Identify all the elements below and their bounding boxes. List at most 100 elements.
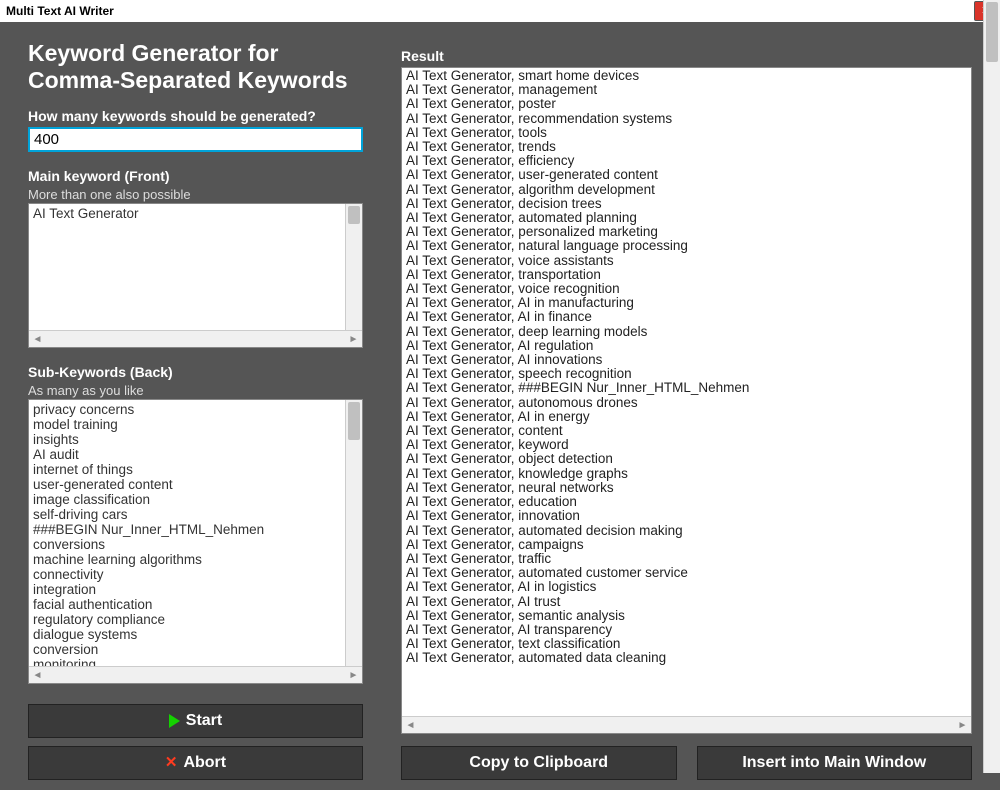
list-item: AI Text Generator, algorithm development — [406, 183, 967, 197]
sub-keywords-content: privacy concernsmodel traininginsightsAI… — [29, 400, 362, 666]
list-item: AI Text Generator, deep learning models — [406, 325, 967, 339]
list-item: AI Text Generator, AI trust — [406, 595, 967, 609]
scrollbar-horizontal[interactable]: ◄ ► — [29, 330, 362, 347]
list-item: AI Text Generator, voice assistants — [406, 254, 967, 268]
title-bar: Multi Text AI Writer ✕ — [0, 0, 1000, 22]
list-item: AI Text Generator, smart home devices — [406, 69, 967, 83]
list-item: AI Text Generator, knowledge graphs — [406, 467, 967, 481]
list-item: self-driving cars — [33, 507, 358, 522]
list-item: AI Text Generator, automated decision ma… — [406, 524, 967, 538]
result-textarea[interactable]: AI Text Generator, smart home devicesAI … — [401, 67, 972, 734]
scrollbar-vertical[interactable] — [983, 0, 1000, 773]
play-icon — [169, 714, 180, 728]
copy-button-label: Copy to Clipboard — [469, 754, 608, 772]
list-item: AI Text Generator, AI in logistics — [406, 580, 967, 594]
window-title: Multi Text AI Writer — [6, 4, 114, 18]
list-item: AI Text Generator, automated planning — [406, 211, 967, 225]
main-keyword-value: AI Text Generator — [29, 204, 362, 329]
list-item: AI Text Generator, neural networks — [406, 481, 967, 495]
list-item: AI Text Generator, personalized marketin… — [406, 225, 967, 239]
list-item: insights — [33, 432, 358, 447]
list-item: AI Text Generator, automated customer se… — [406, 566, 967, 580]
list-item: AI Text Generator, natural language proc… — [406, 239, 967, 253]
list-item: facial authentication — [33, 597, 358, 612]
list-item: model training — [33, 417, 358, 432]
list-item: privacy concerns — [33, 402, 358, 417]
count-label: How many keywords should be generated? — [28, 108, 363, 124]
insert-button-label: Insert into Main Window — [742, 754, 926, 772]
insert-main-window-button[interactable]: Insert into Main Window — [697, 746, 973, 780]
list-item: AI Text Generator, content — [406, 424, 967, 438]
abort-button[interactable]: ✕ Abort — [28, 746, 363, 780]
abort-icon: ✕ — [165, 755, 178, 770]
list-item: AI Text Generator, speech recognition — [406, 367, 967, 381]
page-title: Keyword Generator for Comma-Separated Ke… — [28, 40, 363, 94]
list-item: ###BEGIN Nur_Inner_HTML_Nehmen — [33, 522, 358, 537]
list-item: internet of things — [33, 462, 358, 477]
list-item: AI Text Generator, AI in energy — [406, 410, 967, 424]
left-column: Keyword Generator for Comma-Separated Ke… — [28, 40, 363, 780]
scrollbar-horizontal[interactable]: ◄ ► — [29, 666, 362, 683]
sub-keywords-label: Sub-Keywords (Back) — [28, 364, 363, 380]
list-item: AI Text Generator, transportation — [406, 268, 967, 282]
list-item: AI Text Generator, traffic — [406, 552, 967, 566]
list-item: AI Text Generator, autonomous drones — [406, 396, 967, 410]
scroll-right-icon: ► — [955, 718, 970, 733]
scroll-right-icon: ► — [346, 668, 361, 683]
list-item: monitoring — [33, 657, 358, 666]
scroll-left-icon: ◄ — [30, 668, 45, 683]
list-item: AI Text Generator, voice recognition — [406, 282, 967, 296]
main-keyword-hint: More than one also possible — [28, 187, 363, 202]
scrollbar-horizontal[interactable]: ◄ ► — [402, 716, 971, 733]
list-item: AI Text Generator, poster — [406, 97, 967, 111]
scrollbar-vertical[interactable] — [345, 204, 362, 329]
list-item: AI Text Generator, innovation — [406, 509, 967, 523]
scroll-right-icon: ► — [346, 332, 361, 347]
list-item: AI Text Generator, tools — [406, 126, 967, 140]
result-label: Result — [401, 48, 972, 64]
content-area: Keyword Generator for Comma-Separated Ke… — [0, 22, 1000, 790]
list-item: AI Text Generator, text classification — [406, 637, 967, 651]
list-item: image classification — [33, 492, 358, 507]
abort-button-label: Abort — [183, 754, 226, 772]
list-item: AI Text Generator, education — [406, 495, 967, 509]
list-item: regulatory compliance — [33, 612, 358, 627]
copy-clipboard-button[interactable]: Copy to Clipboard — [401, 746, 677, 780]
scroll-left-icon: ◄ — [403, 718, 418, 733]
main-keyword-textarea[interactable]: AI Text Generator ◄ ► — [28, 203, 363, 347]
list-item: AI Text Generator, campaigns — [406, 538, 967, 552]
list-item: AI Text Generator, AI in manufacturing — [406, 296, 967, 310]
list-item: AI Text Generator, automated data cleani… — [406, 651, 967, 665]
list-item: AI Text Generator, AI innovations — [406, 353, 967, 367]
list-item: AI Text Generator, ###BEGIN Nur_Inner_HT… — [406, 381, 967, 395]
list-item: AI audit — [33, 447, 358, 462]
list-item: connectivity — [33, 567, 358, 582]
start-button[interactable]: Start — [28, 704, 363, 738]
list-item: AI Text Generator, efficiency — [406, 154, 967, 168]
scrollbar-vertical[interactable] — [345, 400, 362, 666]
list-item: dialogue systems — [33, 627, 358, 642]
start-button-label: Start — [186, 712, 222, 730]
main-keyword-label: Main keyword (Front) — [28, 168, 363, 184]
list-item: conversion — [33, 642, 358, 657]
list-item: AI Text Generator, recommendation system… — [406, 112, 967, 126]
right-column: Result AI Text Generator, smart home dev… — [401, 40, 972, 780]
result-content: AI Text Generator, smart home devicesAI … — [402, 68, 971, 716]
list-item: user-generated content — [33, 477, 358, 492]
list-item: conversions — [33, 537, 358, 552]
list-item: AI Text Generator, trends — [406, 140, 967, 154]
list-item: AI Text Generator, management — [406, 83, 967, 97]
count-input[interactable] — [28, 127, 363, 152]
list-item: AI Text Generator, semantic analysis — [406, 609, 967, 623]
list-item: AI Text Generator, AI regulation — [406, 339, 967, 353]
list-item: AI Text Generator, object detection — [406, 452, 967, 466]
list-item: AI Text Generator, user-generated conten… — [406, 168, 967, 182]
list-item: machine learning algorithms — [33, 552, 358, 567]
sub-keywords-textarea[interactable]: privacy concernsmodel traininginsightsAI… — [28, 399, 363, 684]
list-item: AI Text Generator, keyword — [406, 438, 967, 452]
list-item: AI Text Generator, AI in finance — [406, 310, 967, 324]
scroll-left-icon: ◄ — [30, 332, 45, 347]
sub-keywords-hint: As many as you like — [28, 383, 363, 398]
list-item: AI Text Generator, AI transparency — [406, 623, 967, 637]
list-item: AI Text Generator, decision trees — [406, 197, 967, 211]
